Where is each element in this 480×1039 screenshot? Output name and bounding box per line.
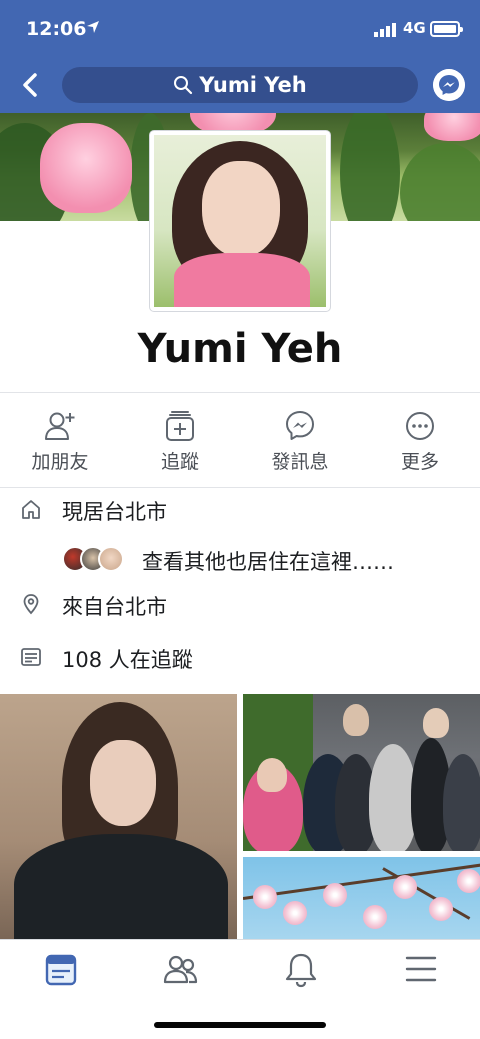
photo-thumbnail[interactable]	[243, 694, 480, 851]
see-others-text[interactable]: 查看其他也居住在這裡……	[142, 546, 394, 576]
followers-text[interactable]: 108 人在追蹤	[62, 644, 193, 674]
photo-thumbnail[interactable]	[0, 694, 237, 939]
add-friend-button[interactable]: 加朋友	[0, 400, 120, 486]
lives-in-text: 現居台北市	[62, 500, 167, 524]
friend-avatars	[62, 546, 124, 572]
signal-icon	[374, 23, 396, 37]
follow-label: 追蹤	[160, 451, 199, 473]
photos-grid	[0, 694, 480, 939]
status-bar: 12:06 4G	[0, 0, 480, 60]
menu-icon[interactable]	[391, 950, 451, 990]
avatar	[98, 546, 124, 572]
messenger-icon[interactable]	[433, 69, 465, 101]
add-friend-icon	[45, 412, 75, 440]
friends-icon[interactable]	[151, 950, 211, 990]
intro-from: 來自台北市	[0, 585, 480, 625]
search-icon	[174, 76, 193, 95]
profile-picture[interactable]	[150, 131, 330, 311]
battery-icon	[430, 21, 463, 37]
intro-lives-in: 現居台北市	[0, 490, 480, 530]
profile-photo-image	[154, 135, 326, 307]
from-text: 來自台北市	[62, 595, 167, 619]
follow-button[interactable]: 追蹤	[120, 400, 240, 486]
message-icon	[286, 411, 314, 440]
news-feed-icon[interactable]	[31, 950, 91, 990]
more-button[interactable]: 更多	[360, 400, 480, 486]
profile-name: Yumi Yeh	[137, 326, 343, 372]
search-text: Yumi Yeh	[199, 73, 307, 97]
message-button[interactable]: 發訊息	[240, 400, 360, 486]
location-arrow-icon	[87, 21, 99, 33]
search-bar[interactable]: Yumi Yeh	[62, 67, 418, 103]
intro-see-others[interactable]: 查看其他也居住在這裡……	[0, 540, 480, 580]
photo-thumbnail[interactable]	[243, 857, 480, 939]
home-indicator[interactable]	[154, 1022, 326, 1028]
back-arrow-icon[interactable]	[16, 70, 46, 100]
follow-icon	[166, 411, 194, 441]
status-time: 12:06	[26, 18, 87, 40]
network-type: 4G	[403, 19, 426, 37]
intro-followers[interactable]: 108 人在追蹤	[0, 638, 480, 678]
followers-icon	[21, 648, 41, 666]
more-icon	[406, 412, 434, 440]
top-bar: 12:06 4G Yumi Yeh	[0, 0, 480, 113]
divider	[0, 392, 480, 393]
home-icon	[22, 500, 40, 519]
divider	[0, 487, 480, 488]
add-friend-label: 加朋友	[31, 451, 89, 473]
location-pin-icon	[23, 594, 39, 615]
notifications-icon[interactable]	[271, 950, 331, 990]
more-label: 更多	[400, 451, 439, 473]
message-label: 發訊息	[271, 451, 329, 473]
profile-actions: 加朋友 追蹤 發訊息 更多	[0, 400, 480, 486]
